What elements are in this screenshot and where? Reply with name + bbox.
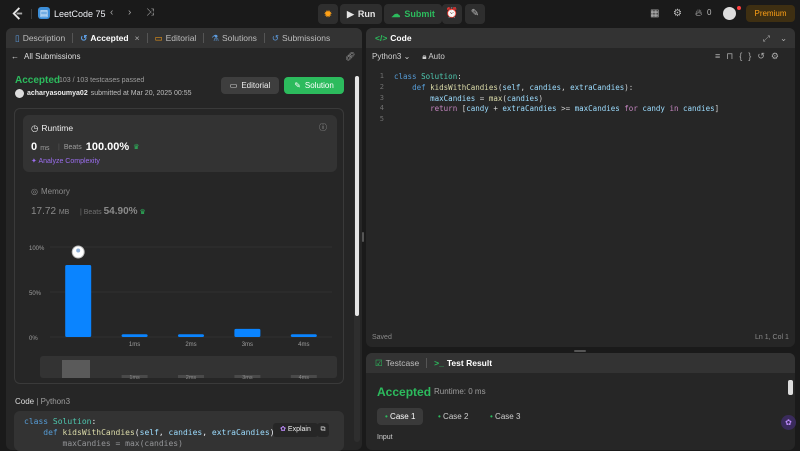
x-tick-label: 3ms [242,342,253,348]
x-tick-label: 1ms [129,342,140,348]
x-tick-label: 2ms [185,342,196,348]
code-icon: </> [375,33,388,43]
class-name: Solution [52,417,92,426]
cursor-position: Ln 1, Col 1 [755,334,789,341]
submitted-code-header: Code | Python3 [15,397,71,406]
case-tab-1[interactable]: • Case 1 [377,408,424,425]
pass-dot-icon: • [490,412,493,421]
case-tab-3[interactable]: • Case 3 [482,408,528,425]
minimap-window [62,360,90,378]
input-label: Input [377,434,393,441]
minimap-label: 1ms [129,375,140,381]
reset-icon[interactable]: ↺ [757,51,771,61]
braces-icon[interactable]: {} [739,51,757,61]
y-tick-label: 100% [29,246,45,252]
format-icon[interactable]: ≡ [715,51,726,61]
divider [426,358,428,368]
y-tick-label: 50% [29,291,42,297]
save-status: Saved [372,334,392,341]
line-number: 1 [379,72,384,80]
chevron-down-icon: ⌄ [403,52,411,61]
tab-testcase[interactable]: ☑ Testcase [372,358,422,369]
chart-bar[interactable] [121,334,148,337]
x-tick-label: 4ms [298,342,309,348]
minimap-label: 4ms [299,375,310,381]
explain-button[interactable]: ✿ Explain [273,423,318,437]
code-line[interactable]: class Solution: [394,72,462,81]
line-number: 4 [379,104,384,112]
code-line: def kidsWithCandies(self, candies, extra… [43,428,279,437]
code-line[interactable]: def kidsWithCandies(self, candies, extra… [394,83,633,92]
scrollbar-thumb[interactable] [355,76,359,316]
chart-bar[interactable] [178,334,204,337]
tab-test-result[interactable]: >_ Test Result [431,358,495,368]
test-tab-bar: ☑ Testcase >_ Test Result [366,353,795,373]
language-select[interactable]: Python3 ⌄ [372,52,410,61]
horizontal-resize-handle[interactable] [574,350,586,352]
test-panel: ☑ Testcase >_ Test Result [366,353,795,450]
test-runtime: Runtime: 0 ms [434,387,486,396]
test-result-status: Accepted [377,385,432,399]
code-line: class Solution: [24,417,97,426]
vertical-resize-handle[interactable] [362,232,364,242]
lock-icon: 🔒︎ [422,52,427,61]
bookmark-icon[interactable]: ⊓ [726,51,739,61]
chart-bar[interactable] [234,328,261,337]
line-number: 3 [379,94,384,102]
avatar-head [76,248,81,253]
editor-tools: ≡⊓{}↺⚙ [715,51,785,62]
line-number: 5 [379,115,384,123]
line-number: 2 [379,83,384,91]
ai-assistant-icon[interactable]: ✿ [781,415,796,430]
chevron-down-icon[interactable]: ⌄ [780,33,787,44]
copy-icon[interactable]: ⧉ [317,423,329,437]
case-tab-2[interactable]: • Case 2 [430,408,476,425]
code-line[interactable]: return [candy + extraCandies >= maxCandi… [394,104,719,113]
chart-bar[interactable] [290,334,317,337]
settings-icon[interactable]: ⚙ [771,51,785,61]
chart-bar[interactable] [65,265,92,337]
sparkle-icon: ✿ [280,426,286,433]
auto-mode[interactable]: Auto [428,52,444,61]
minimap-label: 2ms [186,375,197,381]
scrollbar-thumb[interactable] [788,380,793,395]
minimap-label: 3ms [242,375,253,381]
expand-icon[interactable]: ⤢ [763,33,770,44]
code-line[interactable]: maxCandies = max(candies) [394,94,543,103]
terminal-icon: >_ [434,358,444,368]
pass-dot-icon: • [438,412,441,421]
code-toolbar: Python3 ⌄ 🔒︎ Auto [372,52,445,62]
tab-code[interactable]: </> Code [372,33,415,43]
code-tab-bar: </> Code ⤢ ⌄ [366,28,795,48]
pass-dot-icon: • [385,412,388,421]
code-line: maxCandies = max(candies) [24,439,183,448]
checkbox-icon: ☑ [375,357,383,368]
y-tick-label: 0% [29,336,38,342]
